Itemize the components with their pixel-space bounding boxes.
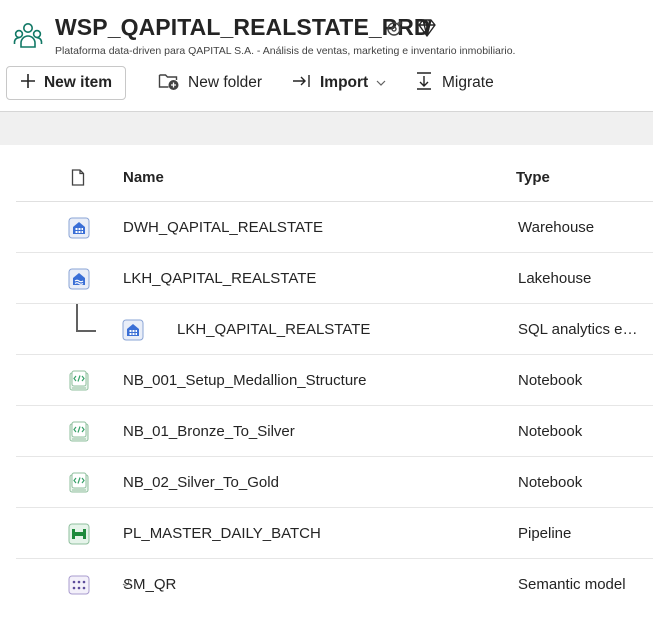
table-header: Name Type xyxy=(16,152,653,202)
import-dropdown-button[interactable]: Import xyxy=(292,66,386,100)
item-name[interactable]: NB_02_Silver_To_Gold xyxy=(123,474,279,491)
table-row[interactable]: LKH_QAPITAL_REALSTATE Lakehouse xyxy=(16,253,653,304)
migrate-icon xyxy=(414,71,434,96)
item-type: Lakehouse xyxy=(518,270,592,287)
column-header-name[interactable]: Name xyxy=(123,169,164,186)
toolbar: New item New folder Import Migrate xyxy=(0,62,653,108)
item-type: Semantic model xyxy=(518,576,626,593)
item-type: Notebook xyxy=(518,372,583,389)
item-type: Notebook xyxy=(518,474,583,491)
item-name[interactable]: PL_MASTER_DAILY_BATCH xyxy=(123,525,321,542)
file-icon xyxy=(71,169,85,186)
migrate-button[interactable]: Migrate xyxy=(414,66,494,100)
filter-band xyxy=(0,111,653,145)
item-type: Warehouse xyxy=(518,219,595,236)
item-name[interactable]: LKH_QAPITAL_REALSTATE xyxy=(177,321,370,338)
table-row[interactable]: NB_001_Setup_Medallion_Structure Noteboo… xyxy=(16,355,653,406)
table-row[interactable]: NB_02_Silver_To_Gold Notebook xyxy=(16,457,653,508)
pipeline-icon xyxy=(68,523,90,545)
diamond-icon[interactable] xyxy=(416,17,438,39)
import-arrow-icon xyxy=(292,73,312,94)
new-item-label: New item xyxy=(43,74,113,91)
workspace-settings-icon[interactable] xyxy=(384,17,406,39)
notebook-icon xyxy=(68,370,90,392)
import-label: Import xyxy=(320,74,369,91)
table-row[interactable]: PL_MASTER_DAILY_BATCH Pipeline xyxy=(16,508,653,559)
workspace-header: WSP_QAPITAL_REALSTATE_PRD Plataforma dat… xyxy=(0,0,653,62)
notebook-icon xyxy=(68,421,90,443)
sql-endpoint-icon xyxy=(122,319,144,341)
new-folder-icon xyxy=(158,71,180,96)
tree-connector xyxy=(76,304,96,332)
new-folder-label: New folder xyxy=(188,74,263,91)
item-type: Pipeline xyxy=(518,525,572,542)
workspace-description: Plataforma data-driven para QAPITAL S.A.… xyxy=(55,45,516,57)
item-name[interactable]: NB_01_Bronze_To_Silver xyxy=(123,423,295,440)
table-row-child[interactable]: LKH_QAPITAL_REALSTATE SQL analytics e… xyxy=(16,304,653,355)
item-type: Notebook xyxy=(518,423,583,440)
warehouse-icon xyxy=(68,217,90,239)
item-type: SQL analytics e… xyxy=(518,321,638,338)
plus-icon xyxy=(20,73,36,94)
table-row[interactable]: SM_QR Semantic model xyxy=(16,559,653,609)
workspace-icon xyxy=(13,20,43,50)
item-name[interactable]: NB_001_Setup_Medallion_Structure xyxy=(123,372,367,389)
new-folder-button[interactable]: New folder xyxy=(158,66,262,100)
lakehouse-icon xyxy=(68,268,90,290)
item-name[interactable]: SM_QR xyxy=(123,576,176,593)
table-row[interactable]: DWH_QAPITAL_REALSTATE Warehouse xyxy=(16,202,653,253)
new-item-button[interactable]: New item xyxy=(6,66,126,100)
semantic-model-icon xyxy=(68,574,90,596)
workspace-title: WSP_QAPITAL_REALSTATE_PRD xyxy=(55,14,431,40)
item-name[interactable]: DWH_QAPITAL_REALSTATE xyxy=(123,219,323,236)
chevron-down-icon xyxy=(376,74,386,92)
table-row[interactable]: NB_01_Bronze_To_Silver Notebook xyxy=(16,406,653,457)
item-name[interactable]: LKH_QAPITAL_REALSTATE xyxy=(123,270,316,287)
notebook-icon xyxy=(68,472,90,494)
migrate-label: Migrate xyxy=(442,74,494,91)
column-header-type[interactable]: Type xyxy=(516,169,550,186)
